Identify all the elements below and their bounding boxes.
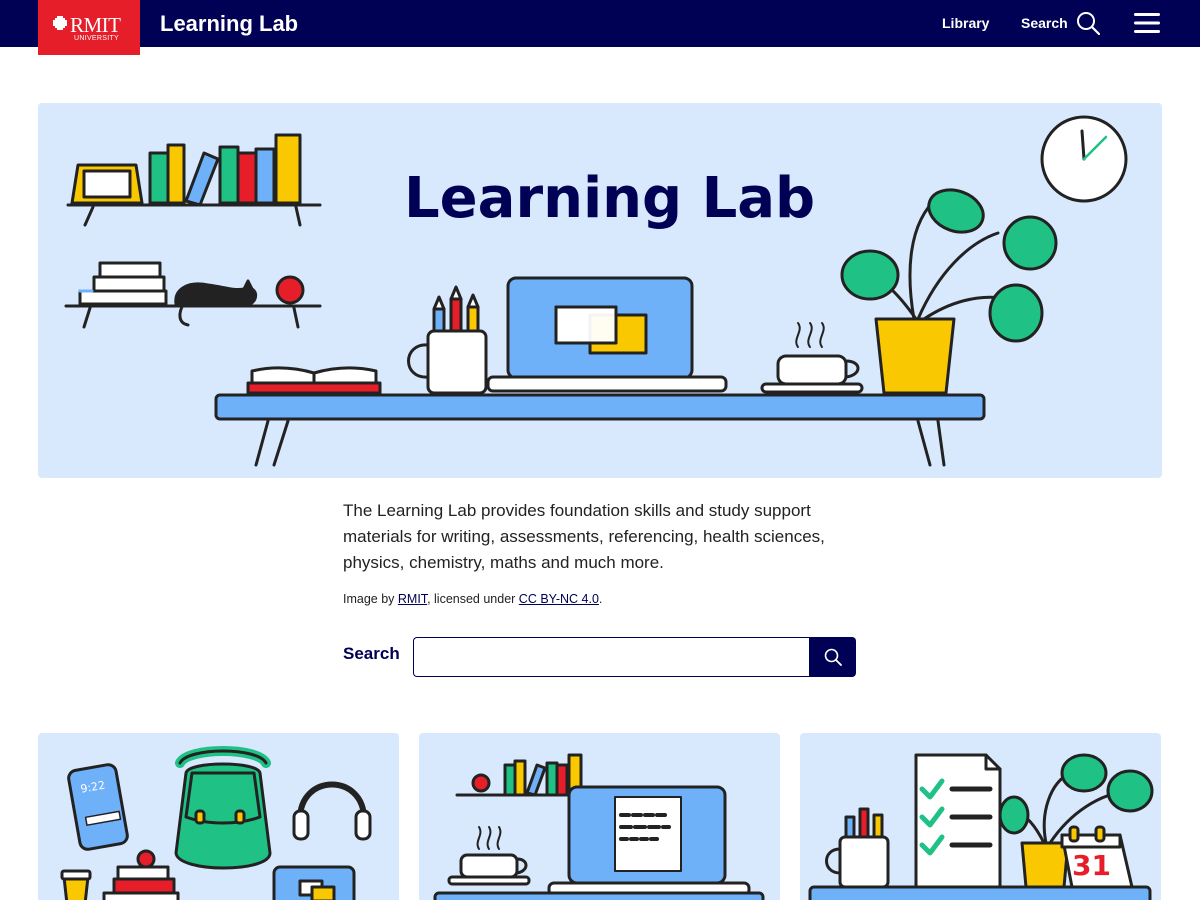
hamburger-menu-icon[interactable] [1134, 13, 1160, 33]
nav-search-link[interactable]: Search [1021, 15, 1068, 31]
study-essentials-illustration: 9:22 [60, 746, 372, 900]
desk-laptop-illustration [433, 753, 765, 900]
credit-license-link[interactable]: CC BY-NC 4.0 [519, 592, 599, 606]
rmit-logo[interactable]: RMIT UNIVERSITY [38, 0, 140, 55]
credit-author-link[interactable]: RMIT [398, 592, 427, 606]
hero-banner: Learning Lab [38, 103, 1162, 478]
credit-prefix: Image by [343, 592, 398, 606]
hero-illustration: Learning Lab [64, 115, 1128, 467]
search-label: Search [343, 644, 400, 663]
search-submit-button[interactable] [809, 637, 856, 677]
site-title[interactable]: Learning Lab [160, 11, 298, 37]
intro-description: The Learning Lab provides foundation ski… [343, 501, 825, 572]
calendar-day: 31 [1072, 849, 1111, 882]
image-credit: Image by RMIT, licensed under CC BY-NC 4… [343, 592, 602, 606]
top-navigation-bar: RMIT UNIVERSITY Learning Lab Library Sea… [0, 0, 1200, 55]
logo-subtext: UNIVERSITY [74, 35, 120, 42]
search-icon [824, 648, 842, 666]
assessment-checklist-illustration: 31 [808, 753, 1154, 900]
topic-card-3[interactable]: 31 [800, 733, 1161, 900]
credit-middle: , licensed under [427, 592, 519, 606]
credit-suffix: . [598, 592, 603, 606]
search-icon[interactable] [1076, 11, 1100, 35]
hero-title: Learning Lab [404, 166, 815, 231]
search-input[interactable] [413, 637, 811, 677]
nav-library-link[interactable]: Library [942, 15, 989, 31]
topic-card-1[interactable]: 9:22 [38, 733, 399, 900]
topic-card-2[interactable] [419, 733, 780, 900]
